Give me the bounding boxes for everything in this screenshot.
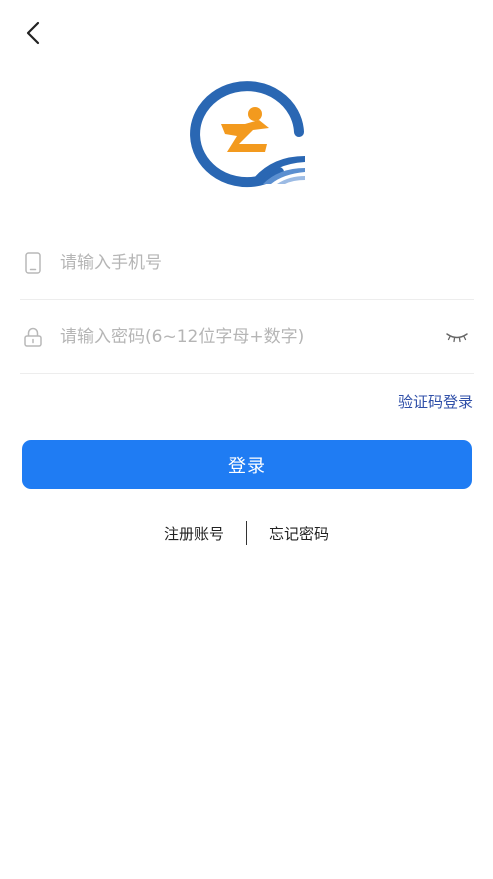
sms-code-login-link[interactable]: 验证码登录 bbox=[398, 391, 473, 412]
lock-icon bbox=[22, 326, 44, 348]
chevron-left-icon bbox=[26, 21, 40, 45]
runner-logo-icon bbox=[190, 81, 305, 188]
password-visibility-toggle[interactable] bbox=[442, 322, 472, 352]
account-links: 注册账号 忘记密码 bbox=[0, 520, 493, 546]
phone-icon bbox=[22, 251, 44, 274]
password-field bbox=[20, 300, 474, 374]
forgot-password-link[interactable]: 忘记密码 bbox=[265, 523, 333, 544]
app-logo bbox=[187, 80, 307, 190]
links-divider bbox=[246, 521, 247, 545]
password-input[interactable] bbox=[60, 316, 442, 357]
login-button[interactable]: 登录 bbox=[22, 440, 472, 489]
back-button[interactable] bbox=[16, 16, 50, 50]
login-screen: 验证码登录 登录 注册账号 忘记密码 bbox=[0, 0, 493, 879]
eye-closed-icon bbox=[446, 332, 468, 342]
phone-field bbox=[20, 226, 474, 300]
phone-input[interactable] bbox=[60, 242, 474, 283]
register-link[interactable]: 注册账号 bbox=[160, 523, 228, 544]
